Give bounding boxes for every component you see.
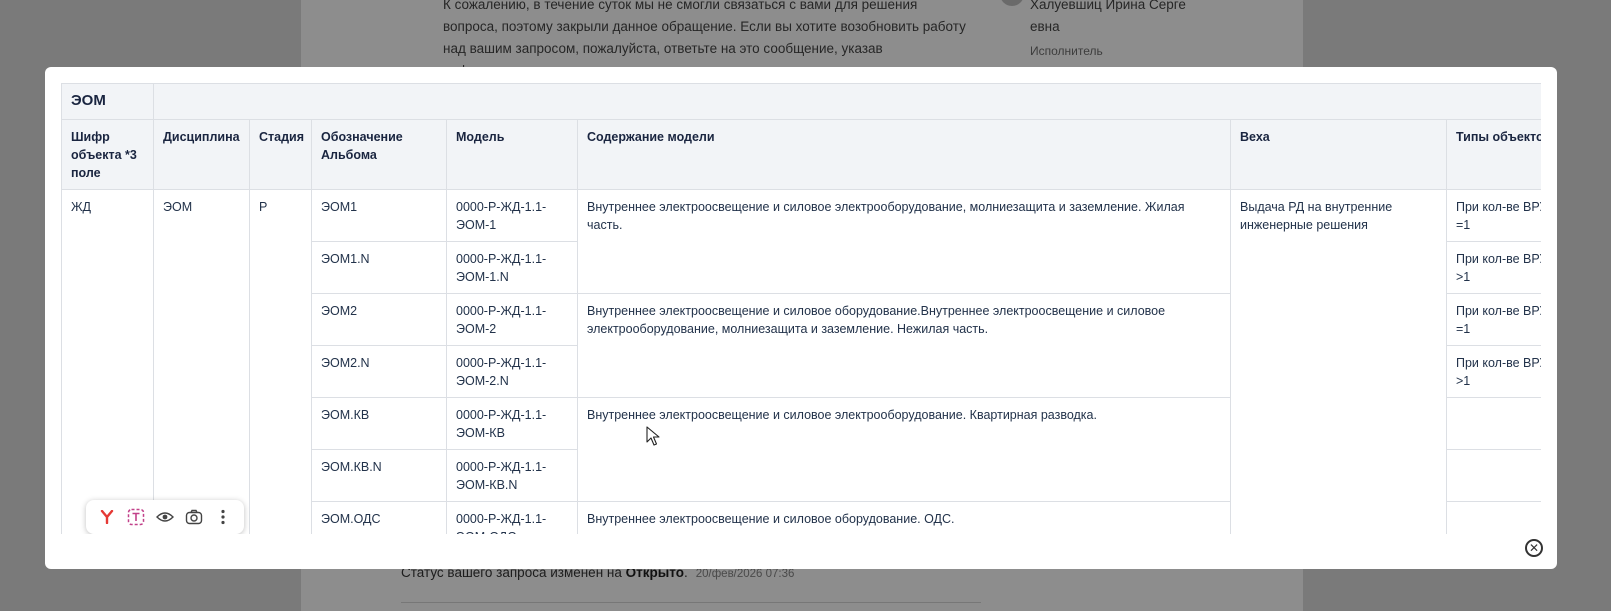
- eom-table: ЭОМ Шифр объекта *3 поле Дисциплина Стад…: [61, 83, 1541, 534]
- assignee-name: Халуевшиц Ирина Серге: [1030, 0, 1186, 12]
- floating-toolbar: [86, 500, 244, 534]
- cell-object-type: При кол-ве ВРУ =1: [1445, 293, 1541, 346]
- text-recognition-icon[interactable]: [125, 506, 147, 528]
- divider: [401, 602, 981, 603]
- eye-icon[interactable]: [154, 506, 176, 528]
- cell-model: 0000-Р-ЖД-1.1-ЭОМ-1: [446, 189, 578, 242]
- cell-stage: Р: [249, 189, 312, 534]
- header-object-code: Шифр объекта *3 поле: [61, 119, 154, 190]
- cell-content: Внутреннее электроосвещение и силовое эл…: [577, 189, 1231, 294]
- cell-album: ЭОМ2: [311, 293, 447, 346]
- header-stage: Стадия: [249, 119, 312, 190]
- cell-model: 0000-Р-ЖД-1.1-ЭОМ-2.N: [446, 345, 578, 398]
- table-row: ЖД ЭОМ Р ЭОМ1 0000-Р-ЖД-1.1-ЭОМ-1 Внутре…: [61, 189, 1541, 534]
- screenshot-camera-icon[interactable]: [183, 506, 205, 528]
- cell-discipline: ЭОМ: [153, 189, 250, 534]
- cell-model: 0000-Р-ЖД-1.1-ЭОМ-ОДС: [446, 501, 578, 534]
- assignee-name: евна: [1030, 19, 1060, 34]
- cell-content: Внутреннее электроосвещение и силовое эл…: [577, 397, 1231, 502]
- background-message-line: вопроса, поэтому закрыли данное обращени…: [443, 19, 966, 34]
- header-milestone: Веха: [1230, 119, 1447, 190]
- cell-milestone: Выдача РД на внутренние инженерные решен…: [1230, 189, 1447, 534]
- table-scroll-area[interactable]: ЭОМ Шифр объекта *3 поле Дисциплина Стад…: [61, 83, 1541, 534]
- cell-album: ЭОМ1.N: [311, 241, 447, 294]
- assignee-role: Исполнитель: [1030, 44, 1103, 58]
- cell-object-type: [1445, 501, 1541, 534]
- status-timestamp: 20/фев/2026 07:36: [695, 568, 795, 580]
- assignee-block: Халуевшиц Ирина Серге евна Исполнитель: [1030, 0, 1270, 60]
- cell-object-code: ЖД: [61, 189, 154, 534]
- yandex-logo-icon[interactable]: [96, 506, 118, 528]
- cell-album: ЭОМ2.N: [311, 345, 447, 398]
- header-discipline: Дисциплина: [153, 119, 250, 190]
- table-title: ЭОМ: [61, 83, 154, 120]
- table-modal: ЭОМ Шифр объекта *3 поле Дисциплина Стад…: [45, 67, 1557, 569]
- cell-album: ЭОМ.ОДС: [311, 501, 447, 534]
- cell-album: ЭОМ.КВ: [311, 397, 447, 450]
- cell-album: ЭОМ1: [311, 189, 447, 242]
- cell-object-type: При кол-ве ВРУ =1: [1445, 189, 1541, 242]
- cell-object-type: [1445, 397, 1541, 450]
- close-icon[interactable]: ✕: [1525, 539, 1543, 557]
- header-model: Модель: [446, 119, 578, 190]
- header-object-types: Типы объектов: [1445, 119, 1541, 190]
- mouse-cursor-icon: [646, 426, 660, 450]
- cell-model: 0000-Р-ЖД-1.1-ЭОМ-КВ: [446, 397, 578, 450]
- header-album: Обозначение Альбома: [311, 119, 447, 190]
- background-message-line: над вашим запросом, пожалуйста, ответьте…: [443, 41, 883, 56]
- cell-content: Внутреннее электроосвещение и силовое об…: [577, 293, 1231, 398]
- table-title-filler: [152, 83, 1541, 120]
- cell-object-type: При кол-ве ВРУ >1: [1445, 345, 1541, 398]
- cell-content: Внутреннее электроосвещение и силовое об…: [577, 501, 1231, 534]
- background-message-line: К сожалению, в течение суток мы не смогл…: [443, 0, 918, 12]
- cell-model: 0000-Р-ЖД-1.1-ЭОМ-КВ.N: [446, 449, 578, 502]
- cell-model: 0000-Р-ЖД-1.1-ЭОМ-2: [446, 293, 578, 346]
- header-model-content: Содержание модели: [577, 119, 1231, 190]
- cell-object-type: [1445, 449, 1541, 502]
- more-vertical-icon[interactable]: [212, 506, 234, 528]
- cell-album: ЭОМ.КВ.N: [311, 449, 447, 502]
- cell-model: 0000-Р-ЖД-1.1-ЭОМ-1.N: [446, 241, 578, 294]
- cell-object-type: При кол-ве ВРУ >1: [1445, 241, 1541, 294]
